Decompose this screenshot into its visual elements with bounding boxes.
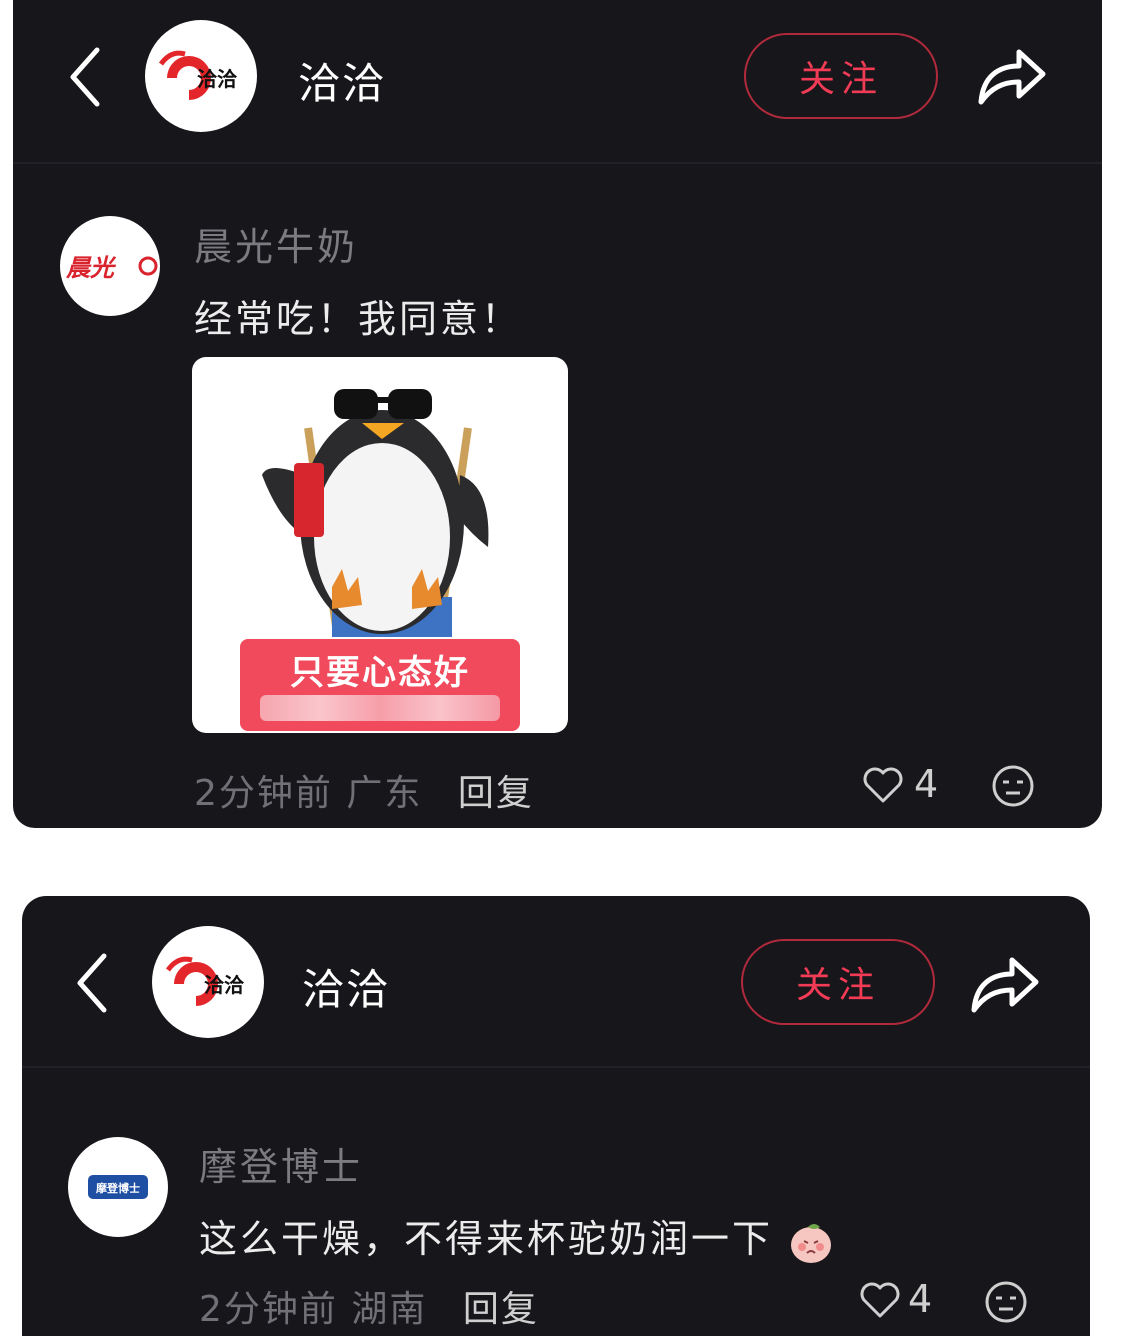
share-arrow-icon[interactable] — [968, 950, 1042, 1016]
sticker-caption: 只要心态好 — [240, 639, 520, 731]
brand-logo-text: 洽洽 — [204, 973, 245, 997]
modern-doctor-logo-icon: 摩登博士 — [88, 1175, 148, 1199]
heart-icon[interactable] — [861, 765, 905, 805]
user-avatar[interactable]: 摩登博士 — [68, 1137, 168, 1237]
comment-text: 经常吃！我同意！ — [194, 297, 523, 341]
comment-user-name[interactable]: 摩登博士 — [199, 1136, 363, 1191]
follow-button[interactable]: 关注 — [744, 33, 938, 119]
heart-icon[interactable] — [858, 1280, 902, 1320]
post-card-1: 洽洽 洽洽 关注 晨光 晨光牛奶 经常吃！我同意！ 只要心态好 2分钟前 广东 … — [13, 0, 1102, 828]
emoji-icon[interactable] — [984, 1280, 1028, 1324]
brand-avatar[interactable]: 洽洽 — [145, 20, 257, 132]
share-arrow-icon[interactable] — [975, 42, 1049, 108]
comment-location: 湖南 — [351, 1289, 428, 1330]
post-header: 洽洽 洽洽 关注 — [13, 0, 1102, 164]
comment-user-name[interactable]: 晨光牛奶 — [194, 216, 358, 271]
post-card-2: 洽洽 洽洽 关注 摩登博士 摩登博士 这么干燥，不得来杯驼奶润一下 2分钟前 湖… — [22, 896, 1090, 1336]
comment-time: 2分钟前 — [194, 773, 333, 814]
comment-location: 广东 — [346, 773, 423, 814]
comment-text-content: 这么干燥，不得来杯驼奶润一下 — [199, 1217, 774, 1261]
like-count: 4 — [914, 762, 939, 806]
brand-logo-text: 洽洽 — [197, 67, 238, 91]
user-logo-text: 摩登博士 — [96, 1181, 140, 1195]
back-chevron-icon[interactable] — [68, 948, 118, 1018]
back-chevron-icon[interactable] — [61, 42, 111, 112]
emoji-icon[interactable] — [991, 764, 1035, 808]
user-logo-text: 晨光 — [65, 254, 117, 282]
brand-logo-icon: 洽洽 — [158, 50, 238, 100]
chenguang-logo-icon: 晨光 — [65, 254, 158, 282]
reply-button[interactable]: 回复 — [458, 773, 534, 814]
penguin-sticker-icon — [262, 389, 489, 637]
post-header: 洽洽 洽洽 关注 — [22, 896, 1090, 1068]
comment-sticker-image[interactable]: 只要心态好 — [192, 357, 568, 733]
reply-button[interactable]: 回复 — [463, 1289, 539, 1330]
comment-meta: 2分钟前 湖南 回复 — [199, 1280, 539, 1332]
sticker-watermark — [260, 695, 500, 721]
blushing-peach-emoji-icon — [791, 1223, 832, 1263]
comment-meta: 2分钟前 广东 回复 — [194, 764, 534, 816]
user-avatar[interactable]: 晨光 — [60, 216, 160, 316]
brand-name: 洽洽 — [302, 965, 391, 1014]
brand-avatar[interactable]: 洽洽 — [152, 926, 264, 1038]
brand-name: 洽洽 — [298, 59, 387, 108]
brand-logo-icon: 洽洽 — [165, 956, 245, 1006]
follow-button[interactable]: 关注 — [741, 939, 935, 1025]
sticker-caption-text: 只要心态好 — [290, 653, 470, 693]
comment-time: 2分钟前 — [199, 1289, 338, 1330]
like-count: 4 — [908, 1277, 933, 1321]
comment-text: 这么干燥，不得来杯驼奶润一下 — [199, 1208, 834, 1265]
